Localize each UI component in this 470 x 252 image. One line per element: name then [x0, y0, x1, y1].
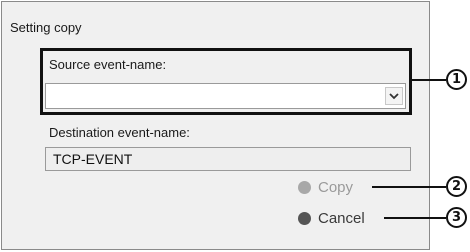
copy-button-label: Copy: [318, 179, 354, 196]
source-event-label: Source event-name:: [49, 57, 167, 72]
dialog-title: Setting copy: [10, 20, 82, 35]
copy-indicator-icon: [298, 181, 311, 194]
callout-leader-2: [372, 186, 446, 188]
cancel-button-label: Cancel: [318, 210, 365, 227]
destination-event-label: Destination event-name:: [49, 125, 190, 140]
cancel-button[interactable]: Cancel: [298, 210, 365, 227]
callout-2: 2: [446, 176, 467, 197]
callout-leader-3: [384, 217, 446, 219]
cancel-indicator-icon: [298, 212, 311, 225]
callout-leader-1: [410, 79, 446, 81]
callout-3: 3: [446, 207, 467, 228]
destination-event-field[interactable]: TCP-EVENT: [45, 147, 411, 171]
dropdown-arrow-button[interactable]: [385, 87, 403, 105]
callout-1: 1: [446, 69, 467, 90]
setting-copy-dialog: Setting copy Source event-name: Destinat…: [1, 1, 430, 250]
copy-button[interactable]: Copy: [298, 179, 353, 196]
source-event-select[interactable]: [45, 83, 406, 109]
chevron-down-icon: [389, 92, 399, 99]
